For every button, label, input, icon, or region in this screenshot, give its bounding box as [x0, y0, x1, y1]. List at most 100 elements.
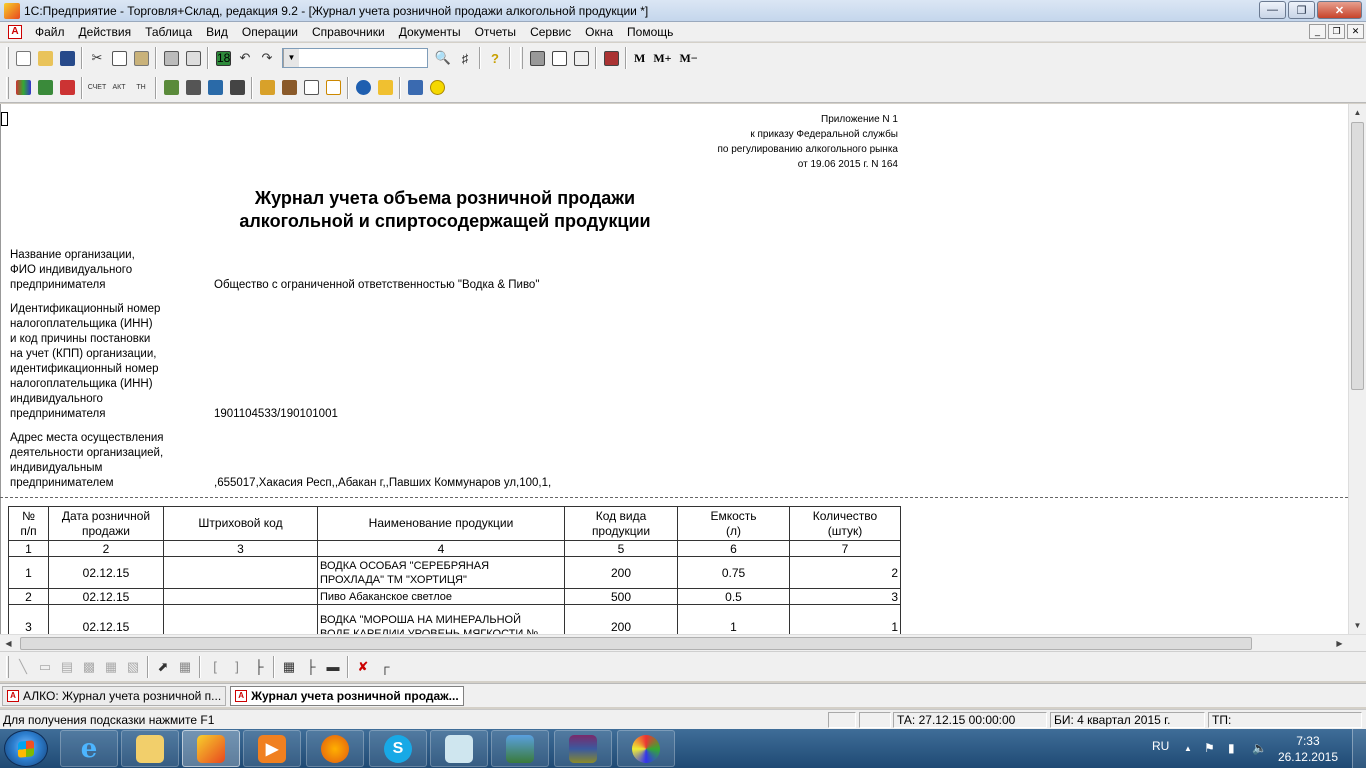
vertical-scroll-thumb[interactable] [1351, 122, 1364, 390]
cell-volume[interactable]: 0.75 [677, 556, 790, 589]
taskbar-winrar[interactable] [554, 730, 612, 767]
network-icon[interactable]: ▮ [1228, 729, 1235, 768]
open-icon[interactable] [34, 47, 56, 69]
mdi-minimize-button[interactable]: _ [1309, 24, 1326, 39]
tray-expand-icon[interactable]: ▲ [1184, 729, 1192, 768]
taskbar-notepad[interactable] [430, 730, 488, 767]
import-icon[interactable] [34, 77, 56, 99]
document-icon[interactable]: A [8, 24, 22, 39]
menu-table[interactable]: Таблица [138, 25, 199, 39]
delete-object-icon[interactable]: ✘ [352, 656, 374, 678]
message-icon[interactable] [570, 47, 592, 69]
memory-subtract-button[interactable]: M− [676, 51, 702, 66]
cell-date[interactable]: 02.12.15 [48, 588, 164, 605]
horizontal-scroll-thumb[interactable] [20, 637, 1252, 650]
cell-barcode[interactable] [163, 556, 318, 589]
taskbar-paint[interactable] [617, 730, 675, 767]
cell-quantity[interactable]: 2 [789, 556, 901, 589]
line-icon[interactable]: ╲ [12, 656, 34, 678]
menu-reports[interactable]: Отчеты [468, 25, 523, 39]
pointer-icon[interactable]: ⬈ [152, 656, 174, 678]
globe-icon[interactable] [352, 77, 374, 99]
minimize-button[interactable]: — [1259, 1, 1286, 19]
act-icon[interactable]: АКТ [108, 77, 130, 99]
taskbar-firefox[interactable] [306, 730, 364, 767]
grid-icon[interactable]: ▦ [278, 656, 300, 678]
volume-icon[interactable]: 🔈 [1252, 729, 1267, 768]
scroll-right-icon[interactable]: ▶ [1331, 635, 1348, 652]
menu-view[interactable]: Вид [199, 25, 235, 39]
menu-windows[interactable]: Окна [578, 25, 620, 39]
horizontal-scrollbar[interactable]: ◀ ▶ [0, 634, 1366, 651]
taskbar-1c-enterprise[interactable] [182, 730, 240, 767]
copy-icon[interactable] [108, 47, 130, 69]
tree-icon[interactable]: ├ [248, 656, 270, 678]
memory-store-button[interactable]: M [630, 51, 649, 66]
headers-icon[interactable]: ├ [300, 656, 322, 678]
scroll-up-icon[interactable]: ▲ [1349, 104, 1366, 121]
taskbar-skype[interactable]: S [369, 730, 427, 767]
menu-operations[interactable]: Операции [235, 25, 305, 39]
replace-icon[interactable]: ♯ [454, 47, 476, 69]
cell-product-code[interactable]: 200 [564, 556, 678, 589]
picture-frame-icon[interactable]: ▩ [78, 656, 100, 678]
taskbar-image-viewer[interactable] [491, 730, 549, 767]
menu-help[interactable]: Помощь [620, 25, 680, 39]
cell-product-name[interactable]: ВОДКА ОСОБАЯ "СЕРЕБРЯНАЯ ПРОХЛАДА" ТМ "ХО… [317, 556, 565, 589]
paste-icon[interactable] [130, 47, 152, 69]
chart-object-icon[interactable]: ▧ [122, 656, 144, 678]
cell-barcode[interactable] [163, 588, 318, 605]
warehouse-icon[interactable] [160, 77, 182, 99]
new-icon[interactable] [12, 47, 34, 69]
tray-flag-icon[interactable]: ⚑ [1204, 729, 1215, 768]
bracket-open-icon[interactable]: [ [204, 656, 226, 678]
window-tab-alko-journal[interactable]: A АЛКО: Журнал учета розничной п... [2, 685, 227, 706]
status-bi[interactable]: БИ: 4 квартал 2015 г. [1050, 712, 1205, 728]
taskbar-media-player[interactable]: ▶ [243, 730, 301, 767]
language-indicator[interactable]: RU [1152, 729, 1169, 768]
text-box-icon[interactable]: ▤ [56, 656, 78, 678]
chevron-down-icon[interactable]: ▼ [283, 49, 299, 67]
menu-documents[interactable]: Документы [392, 25, 468, 39]
table-row[interactable]: 1 02.12.15 ВОДКА ОСОБАЯ "СЕРЕБРЯНАЯ ПРОХЛ… [8, 556, 901, 589]
cash-register-icon[interactable] [182, 77, 204, 99]
book-icon[interactable] [600, 47, 622, 69]
window-tab-sales-journal[interactable]: A Журнал учета розничной продаж... [230, 685, 464, 706]
taskbar-internet-explorer[interactable]: e [60, 730, 118, 767]
print-preview-icon[interactable] [182, 47, 204, 69]
calculator-icon[interactable] [526, 47, 548, 69]
document-list-icon[interactable] [204, 77, 226, 99]
export-icon[interactable] [56, 77, 78, 99]
invoice-icon[interactable]: СЧЕТ [86, 77, 108, 99]
close-button[interactable]: ✕ [1317, 1, 1362, 19]
mail-icon[interactable] [374, 77, 396, 99]
vertical-scrollbar[interactable]: ▲ ▼ [1348, 104, 1366, 634]
goods-icon[interactable] [256, 77, 278, 99]
memory-add-button[interactable]: M+ [649, 51, 675, 66]
table-row[interactable]: 2 02.12.15 Пиво Абаканское светлое 500 0… [8, 588, 901, 605]
redo-icon[interactable]: ↷ [256, 47, 278, 69]
toolbar-grip[interactable] [6, 47, 9, 69]
font-size-combo[interactable]: 18 ▼ [217, 48, 428, 68]
calendar-icon[interactable] [548, 47, 570, 69]
list-icon[interactable] [300, 77, 322, 99]
cell-n[interactable]: 1 [8, 556, 49, 589]
group-icon[interactable]: ▦ [174, 656, 196, 678]
status-ta[interactable]: ТА: 27.12.15 00:00:00 [893, 712, 1047, 728]
mdi-restore-button[interactable]: ❐ [1328, 24, 1345, 39]
bracket-close-icon[interactable]: ] [226, 656, 248, 678]
menu-actions[interactable]: Действия [72, 25, 139, 39]
report-icon[interactable] [226, 77, 248, 99]
scroll-down-icon[interactable]: ▼ [1349, 617, 1366, 634]
waybill-icon[interactable]: ТН [130, 77, 152, 99]
start-button[interactable] [4, 730, 48, 767]
toolbar-grip[interactable] [6, 76, 9, 99]
smiley-icon[interactable] [426, 77, 448, 99]
print-icon[interactable] [160, 47, 182, 69]
help-icon[interactable]: ? [484, 47, 506, 69]
cell-product-name[interactable]: Пиво Абаканское светлое [317, 588, 565, 605]
scroll-left-icon[interactable]: ◀ [0, 635, 17, 652]
maximize-button[interactable]: ❐ [1288, 1, 1315, 19]
ole-object-icon[interactable]: ▦ [100, 656, 122, 678]
find-icon[interactable]: 🔍 [432, 47, 454, 69]
